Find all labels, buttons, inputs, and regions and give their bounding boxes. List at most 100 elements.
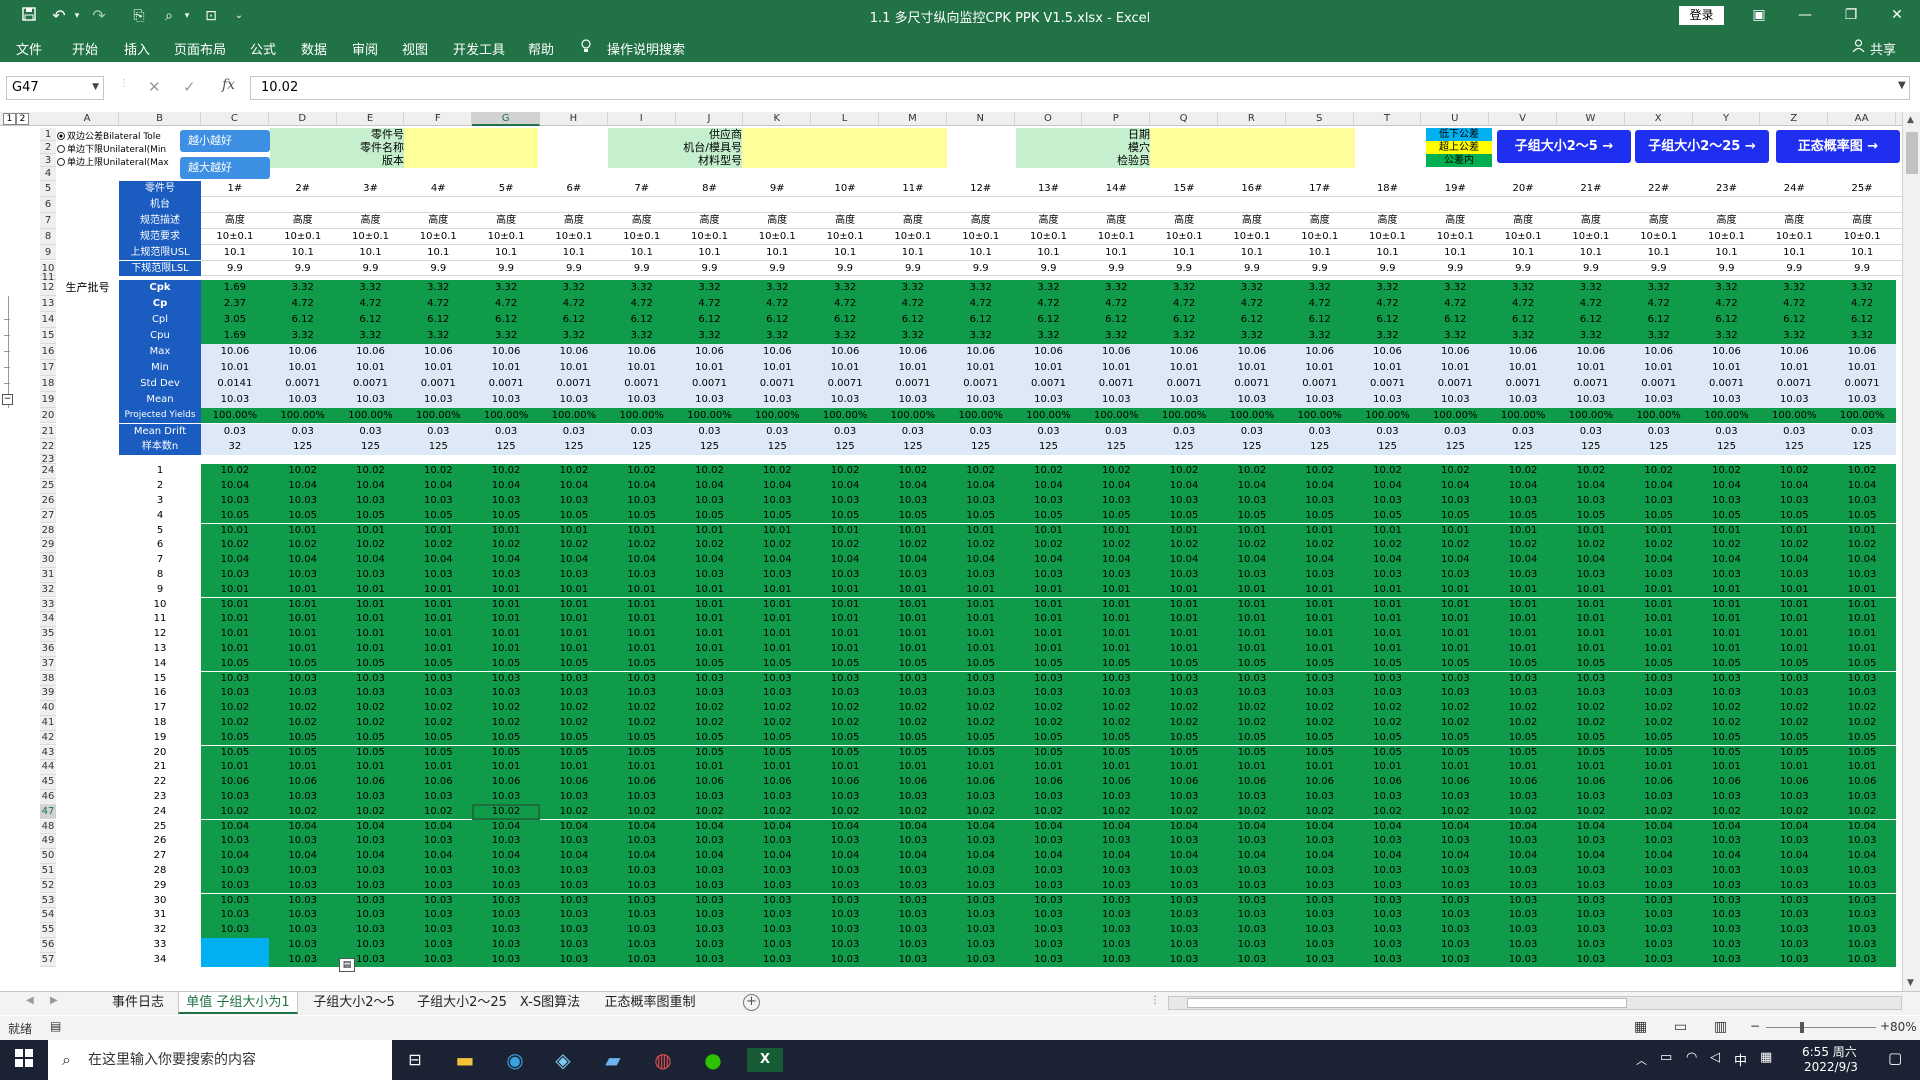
measurement-cell[interactable]: 10.03 bbox=[1014, 878, 1083, 894]
measurement-cell[interactable]: 10.01 bbox=[675, 582, 744, 598]
tab-individual-values[interactable]: 单值 子组大小为1 bbox=[178, 992, 298, 1014]
measurement-cell[interactable]: 10.03 bbox=[1421, 671, 1490, 687]
measurement-cell[interactable]: 10.04 bbox=[472, 819, 540, 835]
ribbon-display-icon[interactable]: ▣ bbox=[1736, 0, 1782, 32]
tab-splitter-icon[interactable]: ⋮ bbox=[1150, 995, 1160, 1006]
measurement-cell[interactable]: 10.03 bbox=[1285, 908, 1354, 924]
stat-value[interactable]: 125 bbox=[607, 439, 676, 456]
row-header-23[interactable]: 23 bbox=[40, 455, 56, 465]
measurement-cell[interactable]: 10.03 bbox=[201, 863, 269, 879]
measurement-cell[interactable]: 10.03 bbox=[1285, 567, 1354, 583]
measurement-cell[interactable]: 10.01 bbox=[1557, 612, 1625, 628]
measurement-cell[interactable]: 10.03 bbox=[1150, 834, 1218, 850]
measurement-cell[interactable]: 10.01 bbox=[1624, 627, 1693, 642]
measurement-cell[interactable]: 10.03 bbox=[1692, 937, 1761, 953]
stat-value[interactable]: 3.32 bbox=[1285, 280, 1354, 297]
stat-value[interactable]: 0.0071 bbox=[743, 375, 812, 392]
measurement-cell[interactable]: 10.01 bbox=[946, 612, 1015, 628]
measurement-cell[interactable]: 10.02 bbox=[607, 804, 676, 820]
measurement-cell[interactable]: 10.01 bbox=[1014, 641, 1083, 657]
measurement-cell[interactable]: 10.06 bbox=[1082, 775, 1151, 790]
stat-value[interactable]: 100.00% bbox=[879, 407, 947, 424]
stat-value[interactable]: 4.72 bbox=[1014, 296, 1083, 313]
measurement-cell[interactable]: 10.02 bbox=[404, 538, 473, 554]
measurement-cell[interactable]: 10.05 bbox=[743, 508, 812, 524]
stat-value[interactable]: 6.12 bbox=[1082, 312, 1151, 329]
measurement-cell[interactable]: 10.02 bbox=[268, 538, 337, 554]
measurement-cell[interactable]: 10.02 bbox=[1624, 804, 1693, 820]
measurement-cell[interactable]: 10.04 bbox=[743, 553, 812, 568]
stat-value[interactable]: 10.03 bbox=[1353, 391, 1422, 408]
stat-value[interactable]: 125 bbox=[1489, 439, 1557, 456]
measurement-cell[interactable]: 10.03 bbox=[1557, 567, 1625, 583]
measurement-cell[interactable]: 10.04 bbox=[1828, 553, 1896, 568]
measurement-cell[interactable]: 10.03 bbox=[201, 923, 269, 938]
measurement-cell[interactable]: 10.03 bbox=[472, 493, 540, 509]
measurement-cell[interactable]: 10.03 bbox=[1760, 567, 1829, 583]
stat-value[interactable]: 125 bbox=[1421, 439, 1490, 456]
measurement-cell[interactable]: 10.03 bbox=[1218, 493, 1286, 509]
measurement-cell[interactable]: 10.01 bbox=[1150, 612, 1218, 628]
measurement-cell[interactable]: 10.02 bbox=[1218, 464, 1286, 480]
measurement-cell[interactable]: 10.01 bbox=[1014, 760, 1083, 776]
measurement-cell[interactable]: 10.01 bbox=[1353, 582, 1422, 598]
measurement-cell[interactable]: 10.04 bbox=[404, 849, 473, 864]
stat-value[interactable]: 10.01 bbox=[201, 359, 269, 376]
measurement-cell[interactable]: 10.01 bbox=[1285, 641, 1354, 657]
measurement-cell[interactable]: 10.05 bbox=[1285, 745, 1354, 761]
measurement-cell[interactable]: 10.06 bbox=[1624, 775, 1693, 790]
measurement-cell[interactable]: 10.01 bbox=[1760, 597, 1829, 613]
row-header-28[interactable]: 28 bbox=[40, 523, 56, 539]
stat-value[interactable]: 0.03 bbox=[1624, 423, 1693, 440]
measurement-cell[interactable]: 10.02 bbox=[1828, 538, 1896, 554]
measurement-cell[interactable]: 10.01 bbox=[1014, 612, 1083, 628]
measurement-cell[interactable]: 10.02 bbox=[607, 701, 676, 716]
machine-cell[interactable] bbox=[1015, 197, 1083, 213]
spec-desc-cell[interactable]: 高度 bbox=[1150, 213, 1218, 229]
machine-cell[interactable] bbox=[540, 197, 608, 213]
measurement-cell[interactable]: 10.03 bbox=[1421, 878, 1490, 894]
measurement-cell[interactable]: 10.03 bbox=[1557, 789, 1625, 805]
measurement-cell[interactable]: 10.03 bbox=[336, 937, 405, 953]
stat-value[interactable]: 100.00% bbox=[811, 407, 879, 424]
measurement-cell[interactable]: 10.03 bbox=[404, 908, 473, 924]
stat-value[interactable]: 10.03 bbox=[879, 391, 947, 408]
measurement-cell[interactable]: 10.04 bbox=[743, 479, 812, 494]
stat-value[interactable]: 10.03 bbox=[1828, 391, 1896, 408]
spec-req-cell[interactable]: 10±0.1 bbox=[472, 229, 540, 245]
add-sheet-button[interactable]: + bbox=[743, 994, 760, 1011]
stat-value[interactable]: 3.32 bbox=[1828, 328, 1896, 344]
measurement-cell[interactable]: 10.02 bbox=[1828, 715, 1896, 731]
stat-value[interactable]: 3.32 bbox=[946, 280, 1015, 297]
measurement-cell[interactable]: 10.02 bbox=[540, 464, 608, 480]
measurement-cell[interactable]: 10.05 bbox=[1353, 656, 1422, 672]
measurement-cell[interactable]: 10.03 bbox=[1421, 863, 1490, 879]
stat-value[interactable]: 6.12 bbox=[1353, 312, 1422, 329]
measurement-cell[interactable]: 10.03 bbox=[1353, 686, 1422, 702]
measurement-cell[interactable]: 10.01 bbox=[1489, 582, 1557, 598]
machine-cell[interactable] bbox=[743, 197, 811, 213]
stat-value[interactable]: 4.72 bbox=[1353, 296, 1422, 313]
stat-value[interactable]: 10.06 bbox=[540, 344, 608, 360]
measurement-cell[interactable]: 10.01 bbox=[1218, 582, 1286, 598]
stat-value[interactable]: 3.32 bbox=[336, 280, 405, 297]
measurement-cell[interactable]: 10.01 bbox=[404, 641, 473, 657]
stat-value[interactable]: 6.12 bbox=[1489, 312, 1557, 329]
measurement-cell[interactable]: 10.02 bbox=[472, 464, 540, 480]
stat-value[interactable]: 3.32 bbox=[1353, 280, 1422, 297]
measurement-cell[interactable]: 10.03 bbox=[946, 834, 1015, 850]
measurement-cell[interactable]: 10.04 bbox=[1150, 819, 1218, 835]
measurement-cell[interactable]: 10.05 bbox=[1150, 656, 1218, 672]
measurement-cell[interactable]: 10.03 bbox=[472, 923, 540, 938]
stat-value[interactable]: 100.00% bbox=[404, 407, 473, 424]
measurement-cell[interactable]: 10.04 bbox=[1285, 553, 1354, 568]
measurement-cell[interactable]: 10.03 bbox=[336, 834, 405, 850]
dimension-id[interactable]: 1# bbox=[201, 181, 269, 197]
spec-req-cell[interactable]: 10±0.1 bbox=[608, 229, 676, 245]
stat-value[interactable]: 0.03 bbox=[946, 423, 1015, 440]
measurement-cell[interactable]: 10.01 bbox=[879, 597, 947, 613]
measurement-cell[interactable]: 10.03 bbox=[879, 834, 947, 850]
dimension-id[interactable]: 5# bbox=[472, 181, 540, 197]
measurement-cell[interactable]: 10.01 bbox=[1285, 582, 1354, 598]
measurement-cell[interactable]: 10.03 bbox=[1828, 686, 1896, 702]
